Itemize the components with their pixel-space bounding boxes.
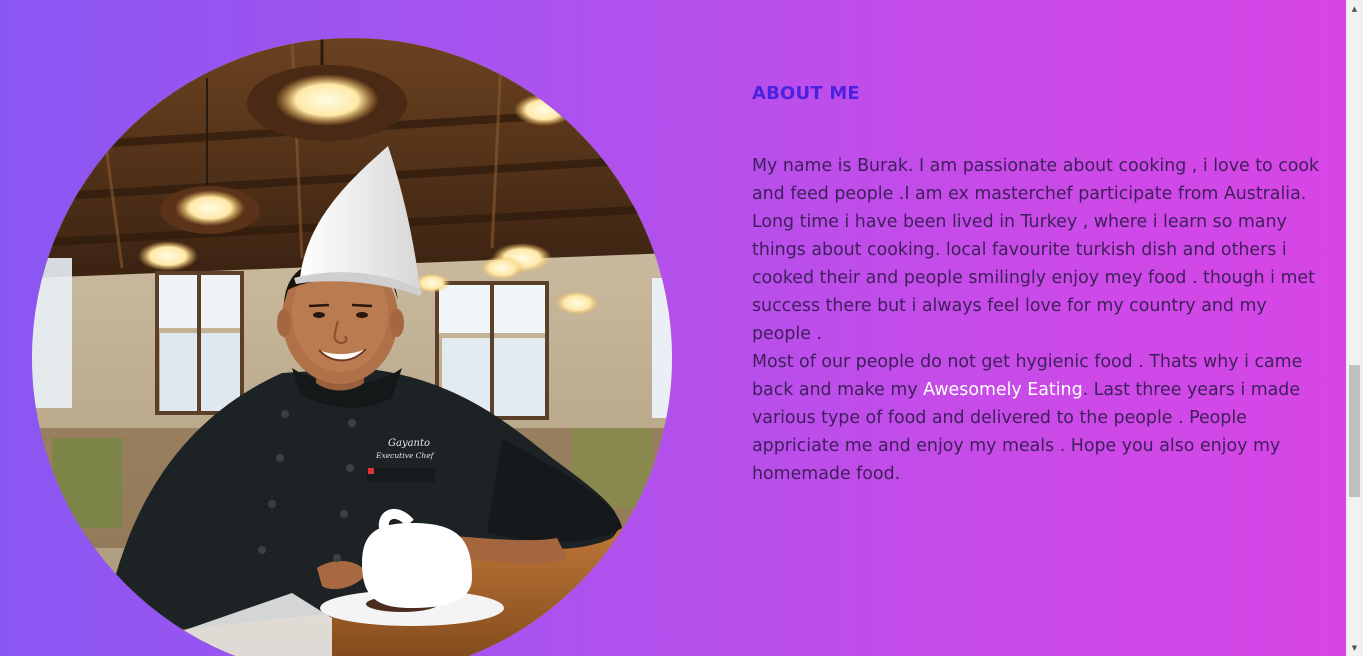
about-section: ABOUT ME My name is Burak. I am passiona… [752,80,1322,488]
scrollbar-thumb[interactable] [1349,365,1360,497]
about-paragraph-1: My name is Burak. I am passionate about … [752,156,1320,344]
jacket-embroidery-title: Executive Chef [375,451,435,460]
about-title: ABOUT ME [752,83,860,104]
about-body: My name is Burak. I am passionate about … [752,152,1322,488]
brand-name-highlight: Awesomely Eating [923,380,1083,400]
page-background: Gayanto Executive Chef ABOUT ME My name … [0,0,1346,656]
triangle-down-icon[interactable]: ▼ [1346,639,1363,656]
jacket-embroidery-name: Gayanto [388,438,430,449]
chef-photo: Gayanto Executive Chef [32,38,672,656]
triangle-up-icon[interactable]: ▲ [1346,0,1363,17]
about-paragraph-2: Most of our people do not get hygienic f… [752,348,1322,488]
vertical-scrollbar[interactable]: ▲ ▼ [1346,0,1363,656]
